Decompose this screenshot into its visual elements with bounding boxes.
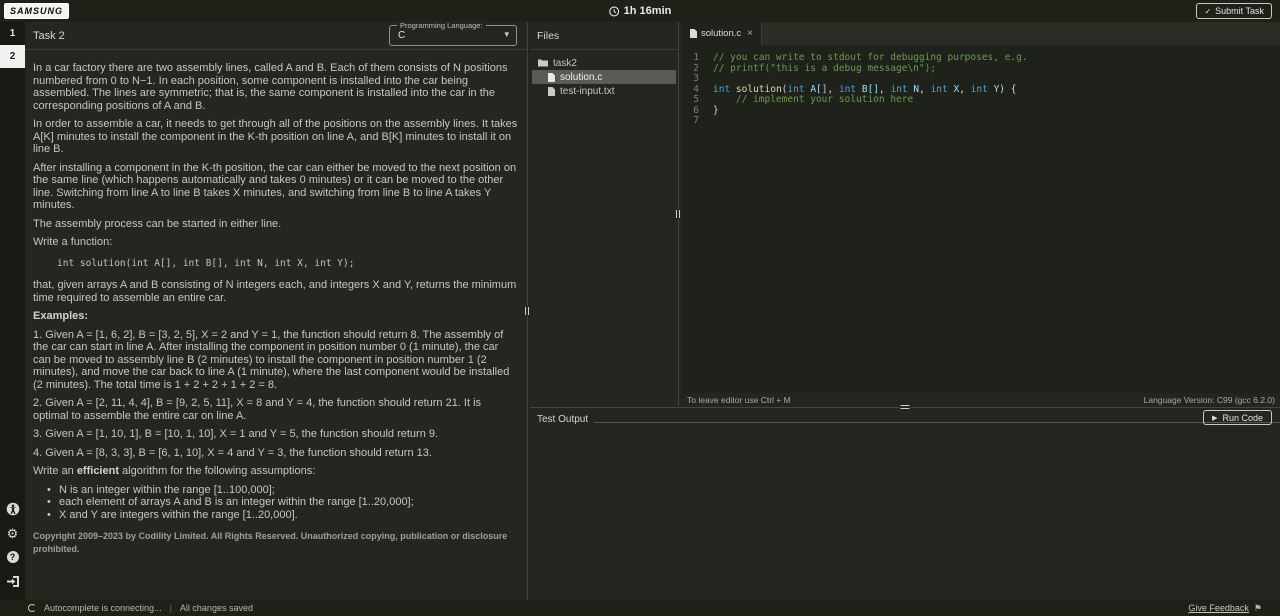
status-separator: | [170, 603, 172, 613]
file-row-solution-c[interactable]: solution.c [532, 70, 676, 84]
chevron-down-icon: ▾ [504, 29, 509, 40]
rail-icon-group: ⚙ ? [0, 502, 25, 588]
folder-name: task2 [553, 58, 577, 69]
test-output-divider [594, 422, 1280, 423]
editor-tab-label: solution.c [701, 28, 741, 39]
files-panel: Files task2 solution.c test-input.txt [530, 22, 678, 406]
play-icon: ▶ [1212, 414, 1217, 422]
example-3: 3. Given A = [1, 10, 1], B = [10, 1, 10]… [33, 428, 518, 441]
files-editor-splitter[interactable] [677, 22, 680, 406]
assumptions-intro: Write an efficient algorithm for the fol… [33, 465, 518, 478]
logout-icon[interactable] [6, 574, 20, 588]
language-select-value: C [398, 30, 405, 41]
editor-code-lines: // you can write to stdout for debugging… [704, 53, 1280, 393]
editor-escape-hint: To leave editor use Ctrl + M [687, 395, 791, 405]
files-header: Files [530, 22, 678, 50]
task-description: In a car factory there are two assembly … [25, 51, 527, 600]
run-code-label: Run Code [1222, 413, 1263, 423]
status-left: Autocomplete is connecting... | All chan… [0, 603, 253, 613]
editor-footer: To leave editor use Ctrl + M Language Ve… [682, 393, 1280, 406]
task-tab-2[interactable]: 2 [0, 45, 25, 68]
timer: 1h 16min [609, 5, 672, 17]
task-paragraph: After installing a component in the K-th… [33, 162, 518, 212]
assumptions-list: N is an integer within the range [1..100… [33, 484, 518, 522]
task-tab-1[interactable]: 1 [0, 22, 25, 45]
example-2: 2. Given A = [2, 11, 4, 4], B = [9, 2, 5… [33, 397, 518, 422]
clock-icon [609, 6, 620, 17]
file-icon [690, 29, 697, 38]
task-files-splitter[interactable] [526, 22, 529, 600]
task-header: Task 2 Programming Language: C ▾ [25, 22, 527, 50]
task-panel: Task 2 Programming Language: C ▾ In a ca… [25, 22, 527, 600]
settings-gear-icon[interactable]: ⚙ [6, 526, 20, 540]
file-icon [548, 73, 555, 82]
task-paragraph: Write a function: [33, 236, 518, 249]
copyright-notice: Copyright 2009–2023 by Codility Limited.… [33, 530, 518, 555]
assumption-item: each element of arrays A and B is an int… [33, 496, 518, 509]
task-paragraph: In a car factory there are two assembly … [33, 62, 518, 112]
file-name: solution.c [560, 72, 602, 83]
file-icon [548, 87, 555, 96]
folder-row-task2[interactable]: task2 [530, 56, 678, 70]
editor-tab-solution-c[interactable]: solution.c × [682, 22, 762, 45]
function-signature: int solution(int A[], int B[], int N, in… [33, 255, 518, 274]
code-editor: solution.c × 1234567 // you can write to… [682, 22, 1280, 406]
test-output-panel: Test Output ▶ Run Code [530, 409, 1280, 600]
language-select-label: Programming Language: [397, 21, 486, 30]
samsung-logo: SAMSUNG [4, 3, 69, 19]
give-feedback-link[interactable]: Give Feedback [1188, 603, 1249, 613]
file-name: test-input.txt [560, 86, 614, 97]
accessibility-icon[interactable] [6, 502, 20, 516]
language-select[interactable]: Programming Language: C ▾ [389, 25, 517, 46]
flag-icon: ⚑ [1254, 603, 1262, 614]
task-paragraph: that, given arrays A and B consisting of… [33, 279, 518, 304]
codility-test-app: SAMSUNG 1h 16min ✓ Submit Task 1 2 [0, 0, 1280, 616]
example-4: 4. Given A = [8, 3, 3], B = [6, 1, 10], … [33, 447, 518, 460]
status-bar: Autocomplete is connecting... | All chan… [0, 600, 1280, 616]
folder-icon [538, 59, 548, 67]
code-input-area[interactable]: 1234567 // you can write to stdout for d… [682, 45, 1280, 393]
assumption-item: X and Y are integers within the range [1… [33, 509, 518, 522]
spinner-icon [28, 604, 36, 612]
task-paragraph: The assembly process can be started in e… [33, 218, 518, 231]
file-row-test-input-txt[interactable]: test-input.txt [530, 84, 678, 98]
left-rail: 1 2 ⚙ ? [0, 22, 25, 600]
submit-task-button[interactable]: ✓ Submit Task [1196, 3, 1272, 19]
help-icon[interactable]: ? [6, 550, 20, 564]
language-version: Language Version: C99 (gcc 6.2.0) [1144, 395, 1275, 405]
task-title: Task 2 [33, 30, 65, 42]
timer-value: 1h 16min [624, 5, 672, 17]
task-paragraph: In order to assemble a car, it needs to … [33, 118, 518, 156]
status-right: Give Feedback ⚑ [1188, 603, 1280, 614]
test-output-label: Test Output [537, 414, 588, 425]
example-1: 1. Given A = [1, 6, 2], B = [3, 2, 5], X… [33, 329, 518, 392]
editor-tab-bar: solution.c × [682, 22, 1280, 45]
save-status: All changes saved [180, 603, 253, 613]
editor-gutter: 1234567 [682, 53, 704, 393]
submit-task-label: Submit Task [1215, 6, 1264, 16]
close-tab-icon[interactable]: × [747, 28, 753, 39]
splitter-handle-icon[interactable] [675, 209, 681, 219]
examples-heading: Examples: [33, 310, 518, 323]
file-tree: task2 solution.c test-input.txt [530, 50, 678, 98]
top-bar: SAMSUNG 1h 16min ✓ Submit Task [0, 0, 1280, 22]
run-code-button[interactable]: ▶ Run Code [1203, 410, 1272, 425]
autocomplete-status: Autocomplete is connecting... [44, 603, 162, 613]
check-icon: ✓ [1204, 7, 1211, 16]
assumption-item: N is an integer within the range [1..100… [33, 484, 518, 497]
